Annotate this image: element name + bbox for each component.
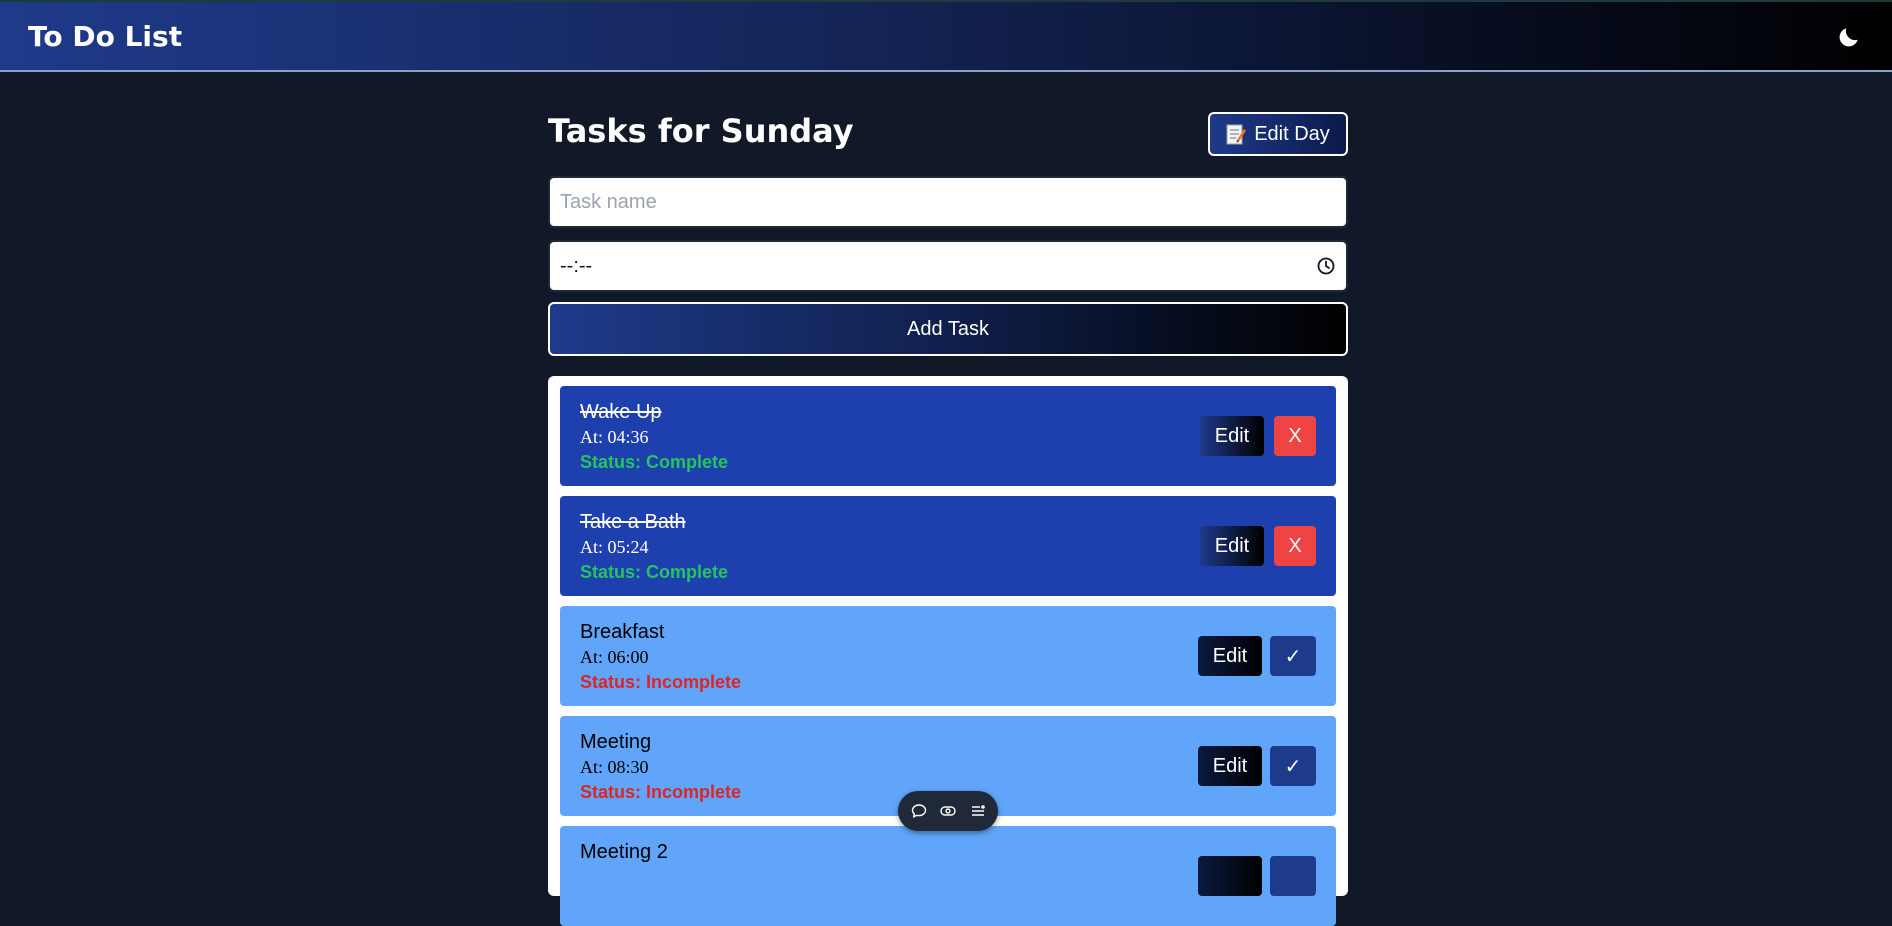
edit-task-button[interactable] (1198, 856, 1262, 896)
floating-toolbar (898, 791, 998, 831)
list-icon[interactable] (969, 802, 987, 820)
edit-day-label: Edit Day (1254, 122, 1330, 145)
delete-task-button[interactable]: X (1274, 416, 1316, 456)
page-title: Tasks for Sunday (548, 112, 854, 150)
edit-task-button[interactable]: Edit (1200, 416, 1264, 456)
task-name-input[interactable] (548, 176, 1348, 228)
main-container: Tasks for Sunday Edit Day --:-- Add Task… (548, 72, 1348, 926)
edit-day-button[interactable]: Edit Day (1208, 112, 1348, 156)
comment-icon[interactable] (910, 802, 928, 820)
edit-task-button[interactable]: Edit (1198, 636, 1262, 676)
moon-icon[interactable] (1836, 24, 1862, 50)
add-task-button[interactable]: Add Task (548, 302, 1348, 356)
clock-icon[interactable] (1316, 256, 1336, 276)
task-item: Meeting 2 (560, 826, 1336, 926)
eye-icon[interactable] (939, 802, 957, 820)
app-title: To Do List (28, 20, 183, 53)
complete-task-button[interactable] (1270, 856, 1316, 896)
delete-task-button[interactable]: X (1274, 526, 1316, 566)
task-item: Take a Bath At: 05:24 Status: Complete E… (560, 496, 1336, 596)
memo-icon (1226, 124, 1247, 145)
complete-task-button[interactable]: ✓ (1270, 636, 1316, 676)
complete-task-button[interactable]: ✓ (1270, 746, 1316, 786)
edit-task-button[interactable]: Edit (1198, 746, 1262, 786)
task-item: Wake Up At: 04:36 Status: Complete Edit … (560, 386, 1336, 486)
time-value: --:-- (560, 254, 593, 277)
task-item: Breakfast At: 06:00 Status: Incomplete E… (560, 606, 1336, 706)
task-time-input[interactable]: --:-- (548, 240, 1348, 292)
navbar: To Do List (0, 0, 1892, 72)
edit-task-button[interactable]: Edit (1200, 526, 1264, 566)
